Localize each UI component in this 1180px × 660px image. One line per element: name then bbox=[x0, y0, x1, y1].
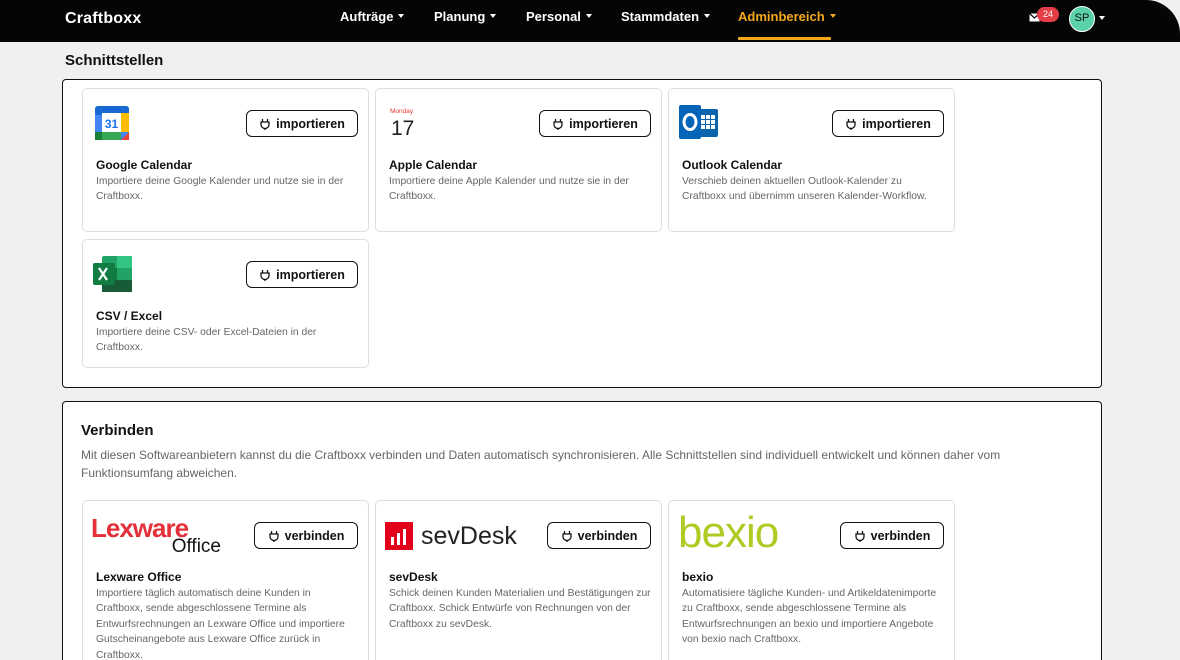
button-label: verbinden bbox=[284, 528, 345, 543]
button-label: importieren bbox=[276, 116, 345, 131]
card-description: Automatisiere tägliche Kunden- und Artik… bbox=[682, 588, 937, 646]
nav-adminbereich-label: Adminbereich bbox=[738, 9, 825, 24]
card-google-calendar[interactable]: 31 importieren Google Calendar Importier… bbox=[82, 88, 369, 232]
svg-text:31: 31 bbox=[105, 117, 119, 131]
button-label: importieren bbox=[569, 116, 638, 131]
sevdesk-logo: sevDesk bbox=[385, 521, 517, 551]
plug-icon bbox=[846, 118, 856, 130]
apple-calendar-logo-day: 17 bbox=[391, 117, 414, 140]
user-avatar[interactable]: SP bbox=[1069, 6, 1095, 32]
caret-down-icon bbox=[490, 14, 497, 19]
plug-icon bbox=[268, 530, 279, 542]
sevdesk-connect-button[interactable]: verbinden bbox=[547, 522, 651, 549]
plug-icon bbox=[553, 118, 563, 130]
card-csv-excel[interactable]: importieren CSV / Excel Importiere deine… bbox=[82, 239, 369, 368]
card-description: Importiere deine Apple Kalender und nutz… bbox=[389, 176, 629, 203]
caret-down-icon bbox=[704, 14, 711, 19]
card-description: Schick deinen Kunden Materialien und Bes… bbox=[389, 588, 651, 630]
card-title: Outlook Calendar bbox=[682, 158, 783, 172]
card-bexio[interactable]: bexio verbinden bexio Automatisiere tägl… bbox=[668, 500, 955, 660]
nav-adminbereich[interactable]: Adminbereich bbox=[738, 9, 836, 40]
card-description: Verschieb deinen aktuellen Outlook-Kalen… bbox=[682, 176, 927, 203]
apple-calendar-logo: Monday 17 bbox=[390, 108, 414, 140]
sevdesk-logo-text: sevDesk bbox=[421, 522, 517, 550]
nav-stammdaten[interactable]: Stammdaten bbox=[621, 9, 711, 39]
top-navbar: Craftboxx Aufträge Planung Personal Stam… bbox=[0, 0, 1180, 42]
verbinden-panel: Verbinden Mit diesen Softwareanbietern k… bbox=[62, 401, 1102, 660]
card-description: Importiere deine Google Kalender und nut… bbox=[96, 176, 344, 203]
avatar-caret-icon[interactable] bbox=[1099, 16, 1105, 20]
button-label: importieren bbox=[276, 267, 345, 282]
caret-down-icon bbox=[829, 14, 836, 19]
apple-calendar-logo-month: Monday bbox=[390, 108, 414, 115]
card-title: sevDesk bbox=[389, 570, 438, 584]
card-description: Importiere täglich automatisch deine Kun… bbox=[96, 588, 345, 660]
plug-icon bbox=[260, 269, 270, 281]
nav-planung-label: Planung bbox=[434, 9, 486, 24]
nav-auftraege[interactable]: Aufträge bbox=[340, 9, 405, 39]
outlook-logo bbox=[679, 105, 718, 139]
csv-excel-import-button[interactable]: importieren bbox=[246, 261, 358, 288]
nav-stammdaten-label: Stammdaten bbox=[621, 9, 700, 24]
card-title: CSV / Excel bbox=[96, 309, 163, 323]
button-label: verbinden bbox=[870, 528, 931, 543]
page-title: Schnittstellen bbox=[65, 52, 164, 69]
verbinden-description: Mit diesen Softwareanbietern kannst du d… bbox=[81, 448, 1001, 480]
sevdesk-logo-mark bbox=[385, 522, 413, 550]
card-outlook-calendar[interactable]: importieren Outlook Calendar Verschieb d… bbox=[668, 88, 955, 232]
verbinden-title: Verbinden bbox=[81, 422, 154, 439]
bexio-logo: bexio bbox=[678, 511, 808, 555]
google-calendar-logo: 31 bbox=[95, 106, 129, 140]
bexio-logo-text: bexio bbox=[678, 508, 779, 557]
schnittstellen-panel: 31 importieren Google Calendar Importier… bbox=[62, 79, 1102, 388]
plug-icon bbox=[854, 530, 865, 542]
nav-planung[interactable]: Planung bbox=[434, 9, 497, 39]
brand-logo[interactable]: Craftboxx bbox=[65, 10, 141, 28]
plug-icon bbox=[561, 530, 572, 542]
card-description: Importiere deine CSV- oder Excel-Dateien… bbox=[96, 327, 317, 354]
card-sevdesk[interactable]: sevDesk verbinden sevDesk Schick deinen … bbox=[375, 500, 662, 660]
lexware-office-connect-button[interactable]: verbinden bbox=[254, 522, 358, 549]
card-title: Apple Calendar bbox=[389, 158, 478, 172]
outlook-calendar-import-button[interactable]: importieren bbox=[832, 110, 944, 137]
nav-auftraege-label: Aufträge bbox=[340, 9, 394, 24]
card-title: Lexware Office bbox=[96, 570, 182, 584]
lexware-logo-line2: Office bbox=[171, 536, 221, 557]
excel-logo bbox=[93, 256, 132, 292]
button-label: verbinden bbox=[577, 528, 638, 543]
card-title: Google Calendar bbox=[96, 158, 193, 172]
bexio-connect-button[interactable]: verbinden bbox=[840, 522, 944, 549]
button-label: importieren bbox=[862, 116, 931, 131]
nav-personal-label: Personal bbox=[526, 9, 581, 24]
plug-icon bbox=[260, 118, 270, 130]
caret-down-icon bbox=[398, 14, 405, 19]
lexware-office-logo: Lexware Office bbox=[91, 515, 221, 557]
caret-down-icon bbox=[585, 14, 592, 19]
nav-personal[interactable]: Personal bbox=[526, 9, 592, 39]
card-apple-calendar[interactable]: Monday 17 importieren Apple Calendar Imp… bbox=[375, 88, 662, 232]
card-title: bexio bbox=[682, 570, 714, 584]
notification-badge: 24 bbox=[1037, 7, 1060, 22]
google-calendar-import-button[interactable]: importieren bbox=[246, 110, 358, 137]
card-lexware-office[interactable]: Lexware Office verbinden Lexware Office … bbox=[82, 500, 369, 660]
apple-calendar-import-button[interactable]: importieren bbox=[539, 110, 651, 137]
